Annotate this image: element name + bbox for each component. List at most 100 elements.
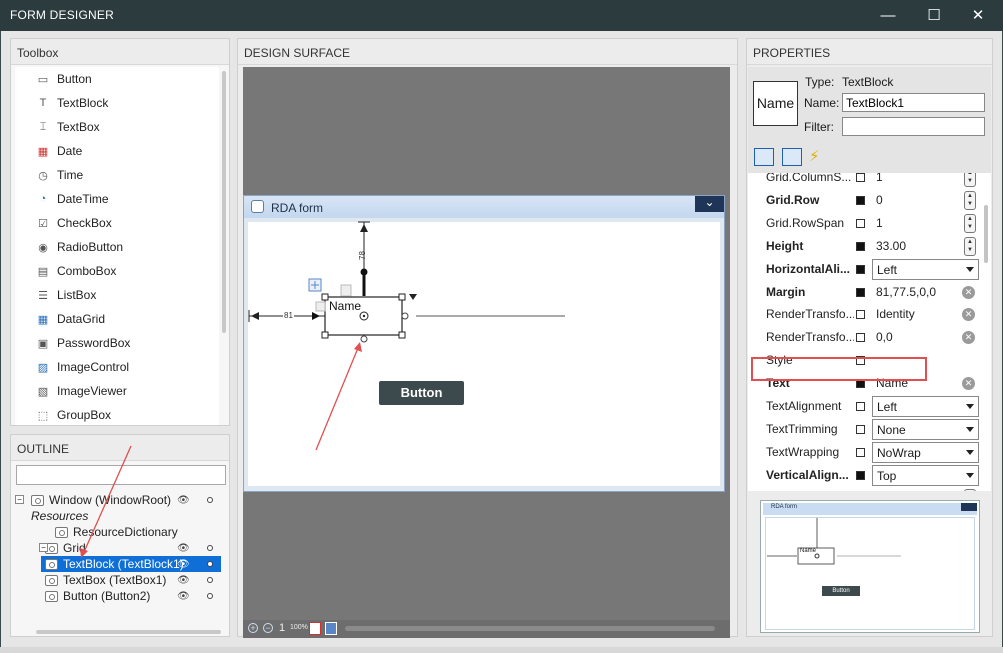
property-marker[interactable] — [856, 218, 865, 228]
property-marker[interactable] — [856, 310, 865, 320]
property-marker[interactable] — [856, 424, 865, 434]
property-value: Top — [877, 468, 897, 483]
property-name: Grid.RowSpan — [766, 215, 845, 230]
property-marker[interactable] — [856, 333, 865, 343]
surface-hscrollbar[interactable] — [345, 626, 715, 631]
snap-toggle-icon[interactable] — [325, 622, 337, 635]
property-marker[interactable] — [856, 447, 865, 457]
property-value[interactable]: 33.00 — [876, 239, 906, 253]
type-label: Type: — [805, 75, 835, 89]
chevron-down-icon — [966, 266, 974, 272]
chevron-down-icon — [966, 472, 974, 478]
property-marker[interactable] — [856, 195, 865, 205]
property-name: Grid.Row — [766, 192, 820, 207]
property-marker[interactable] — [856, 173, 865, 182]
property-name: HorizontalAli... — [766, 261, 850, 276]
margin-top-arrow — [360, 224, 368, 232]
property-value[interactable]: Identity — [876, 307, 915, 321]
bottom-anchor — [360, 335, 368, 343]
property-value: Left — [877, 400, 898, 414]
property-row[interactable]: Height 33.00 ▲ ▼ — [748, 235, 978, 258]
alphabetical-view-icon[interactable] — [782, 148, 802, 166]
property-marker[interactable] — [856, 470, 865, 480]
margin-left-arrow — [251, 312, 259, 320]
filter-label: Filter: — [804, 120, 834, 134]
property-row[interactable]: VerticalAlign... Top — [748, 464, 979, 487]
property-row[interactable]: Grid.RowSpan 1 ▲ ▼ — [748, 212, 978, 235]
categorized-view-icon[interactable] — [754, 148, 774, 166]
right-anchor — [401, 312, 409, 320]
property-name: TextWrapping — [766, 444, 840, 459]
property-row[interactable]: Margin 81,77.5,0,0 ✕ — [748, 281, 978, 304]
property-row[interactable]: TextTrimming None — [748, 418, 979, 441]
events-lightning-icon[interactable]: ⚡ — [809, 147, 820, 165]
name-badge: Name — [753, 81, 798, 126]
name-input[interactable] — [842, 93, 985, 112]
clear-value-icon[interactable]: ✕ — [962, 308, 975, 322]
form-textblock[interactable]: Name — [329, 299, 361, 313]
property-select[interactable]: Left — [872, 396, 979, 417]
property-name: Height — [766, 238, 804, 253]
clear-value-icon[interactable]: ✕ — [962, 285, 975, 299]
text-property-highlight — [751, 357, 927, 381]
properties-header: PROPERTIES — [747, 39, 992, 65]
chevron-down-icon — [966, 449, 974, 455]
name-label: Name: — [804, 96, 840, 110]
spinner-icon[interactable]: ▲▼ — [964, 173, 976, 187]
property-select[interactable]: None — [872, 418, 979, 440]
zoom-in-icon[interactable]: + — [248, 623, 258, 633]
zoom-percent[interactable]: 100% — [290, 624, 308, 631]
margin-left-label: 81 — [283, 311, 294, 320]
property-marker[interactable] — [856, 241, 865, 251]
property-row[interactable]: HorizontalAli... Left — [748, 258, 979, 281]
property-row[interactable]: RenderTransfo... 0,0 ✕ — [748, 326, 978, 349]
chevron-down-icon — [966, 426, 974, 432]
property-value[interactable]: 81,77.5,0,0 — [876, 285, 936, 299]
margin-top-label: 78 — [357, 251, 367, 260]
margin-top-knob — [360, 268, 368, 276]
resize-handle-tr — [398, 293, 406, 301]
property-row[interactable]: TextAlignment Left — [748, 395, 979, 418]
property-select[interactable]: NoWrap — [872, 441, 979, 463]
spinner-icon[interactable]: ▲▼ — [964, 190, 976, 210]
property-value[interactable]: 0,0 — [876, 330, 893, 344]
spinner-icon[interactable]: ▲▼ — [964, 236, 976, 256]
property-name: RenderTransfo... — [766, 307, 854, 322]
property-select[interactable]: Left — [872, 258, 979, 280]
property-value[interactable]: 0 — [876, 193, 883, 207]
clear-value-icon[interactable]: ✕ — [962, 331, 975, 345]
preview-button: Button — [822, 586, 860, 596]
property-row[interactable]: Grid.Row 0 ▲ ▼ — [748, 189, 978, 212]
property-row[interactable]: Width69.00▲▼ — [748, 487, 978, 491]
resize-handle-tl — [321, 293, 329, 301]
grid-toggle-icon[interactable] — [309, 622, 321, 635]
spinner-icon[interactable]: ▲▼ — [964, 488, 976, 491]
property-value: Left — [877, 262, 898, 277]
property-value[interactable]: 1 — [876, 173, 883, 184]
property-select[interactable]: Top — [872, 464, 979, 486]
spinner-icon[interactable]: ▲▼ — [964, 213, 976, 233]
property-marker[interactable] — [856, 402, 865, 411]
zoom-out-icon[interactable]: − — [263, 623, 273, 633]
property-grid-scrollbar[interactable] — [984, 205, 988, 263]
property-row[interactable]: TextWrapping NoWrap — [748, 441, 979, 464]
property-row[interactable]: RenderTransfo... Identity ✕ — [748, 303, 978, 326]
zoom-level[interactable]: 1 — [279, 622, 285, 634]
surface-toolbar: + − 1 100% — [243, 620, 730, 638]
form-button[interactable]: Button — [379, 381, 464, 405]
property-value: NoWrap — [877, 445, 921, 460]
resize-handle-br — [398, 331, 406, 339]
property-marker[interactable] — [856, 287, 865, 297]
property-value[interactable]: 1 — [876, 216, 883, 230]
property-row[interactable]: Grid.ColumnS... 1 ▲ ▼ — [748, 173, 978, 189]
property-name: Grid.ColumnS... — [766, 173, 852, 184]
annotation-arrow-outline — [83, 445, 132, 553]
property-grid: Grid.ColumnS... 1 ▲ ▼ Grid.Row 0 ▲ ▼ Grid.RowSpa… — [748, 173, 991, 491]
margin-left-handle — [312, 312, 320, 320]
property-name: TextTrimming — [766, 421, 838, 436]
resize-handle-bl — [321, 331, 329, 339]
property-marker[interactable] — [856, 264, 865, 274]
clear-value-icon[interactable]: ✕ — [962, 377, 975, 391]
form-preview[interactable]: RDA form Name Button — [760, 500, 980, 633]
filter-input[interactable] — [842, 117, 985, 136]
